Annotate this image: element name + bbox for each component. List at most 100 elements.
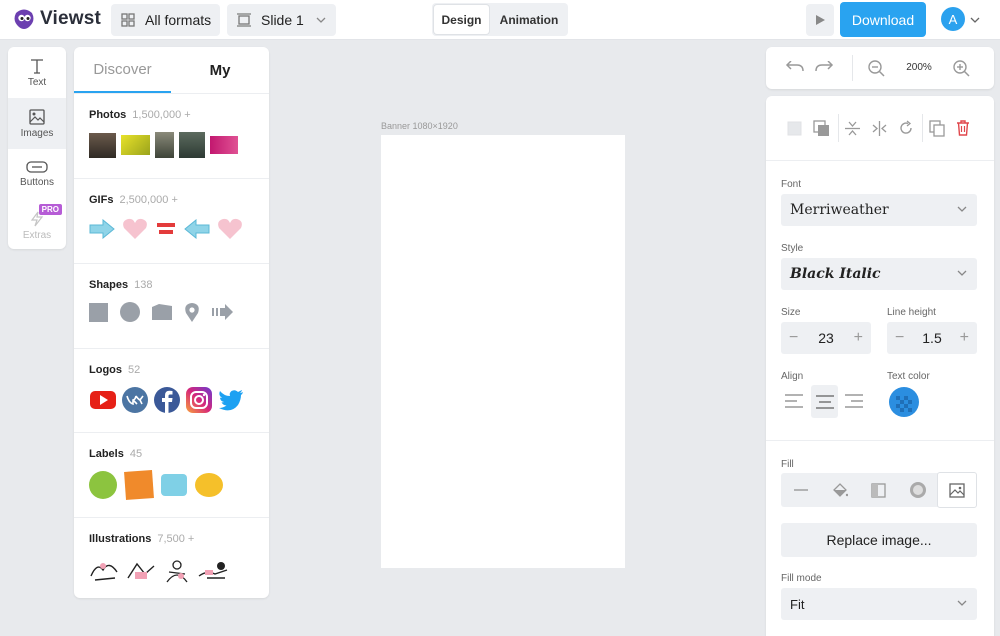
section-title: Shapes [89, 279, 129, 291]
zoom-out-icon[interactable] [868, 60, 885, 77]
section-count: 2,500,000 + [119, 194, 178, 206]
tab-my[interactable]: My [171, 47, 269, 93]
section-illustrations[interactable]: Illustrations 7,500 + [74, 517, 269, 598]
heart-gif[interactable] [122, 217, 148, 241]
rail-item-extras[interactable]: PRO Extras [8, 200, 66, 251]
section-gifs[interactable]: GIFs 2,500,000 + [74, 178, 269, 263]
fill-mode-select[interactable]: Fit [781, 588, 977, 620]
size-value[interactable]: 23 [818, 330, 834, 346]
flip-horizontal-icon[interactable] [872, 121, 887, 136]
replace-image-button[interactable]: Replace image... [781, 523, 977, 557]
pro-badge: PRO [38, 204, 62, 215]
all-formats-button[interactable]: All formats [111, 4, 220, 36]
illustration-thumb[interactable] [89, 556, 121, 584]
flip-vertical-icon[interactable] [845, 121, 860, 136]
rail-item-buttons[interactable]: Buttons [8, 149, 66, 200]
vk-logo-icon[interactable] [121, 386, 149, 414]
avatar[interactable]: A [941, 7, 965, 31]
instagram-logo-icon[interactable] [185, 386, 213, 414]
line-height-stepper[interactable]: − 1.5 + [887, 322, 977, 354]
shop-now-gif[interactable] [155, 218, 177, 240]
section-photos[interactable]: Photos 1,500,000 + [74, 93, 269, 178]
facebook-logo-icon[interactable] [153, 386, 181, 414]
illustration-thumb[interactable] [125, 556, 157, 584]
style-select[interactable]: Black Italic [781, 258, 977, 290]
send-back-icon[interactable] [813, 120, 830, 137]
fill-radial-button[interactable] [898, 473, 937, 507]
tab-animation[interactable]: Animation [492, 5, 566, 34]
section-labels[interactable]: Labels 45 [74, 432, 269, 517]
illustration-thumb[interactable] [197, 556, 229, 584]
circle-shape[interactable] [120, 302, 140, 322]
font-select[interactable]: Merriweather [781, 194, 977, 226]
photo-thumb[interactable] [179, 132, 205, 158]
fill-image-button[interactable] [937, 472, 977, 508]
fill-none-button[interactable] [781, 473, 820, 507]
plus-icon[interactable]: + [960, 329, 969, 347]
section-count: 45 [129, 448, 143, 460]
banner-canvas[interactable] [381, 135, 625, 568]
divider [922, 114, 923, 142]
section-title: Illustrations [89, 533, 152, 545]
rail-item-images[interactable]: Images [8, 98, 66, 149]
photo-thumb[interactable] [155, 132, 174, 158]
chevron-down-icon [957, 270, 967, 276]
pin-shape[interactable] [184, 302, 200, 322]
arrow-shape[interactable] [212, 304, 234, 320]
slide-label: Slide 1 [261, 12, 304, 28]
align-left-icon[interactable] [785, 394, 803, 408]
download-button[interactable]: Download [840, 2, 926, 37]
youtube-logo-icon[interactable] [89, 386, 117, 414]
photo-thumb[interactable] [121, 135, 150, 155]
label-sticker[interactable] [124, 470, 154, 500]
redo-icon[interactable] [814, 61, 834, 75]
label-sticker[interactable] [161, 474, 187, 496]
heart-gif[interactable] [217, 217, 243, 241]
photo-thumb[interactable] [89, 132, 116, 158]
illustration-thumb[interactable] [161, 556, 193, 584]
chevron-down-icon[interactable] [970, 16, 980, 24]
label-sticker[interactable] [195, 473, 223, 497]
zoom-in-icon[interactable] [953, 60, 970, 77]
slide-selector[interactable]: Slide 1 [227, 4, 336, 36]
mode-switcher: Design Animation [432, 3, 568, 36]
section-title: Logos [89, 364, 122, 376]
bring-front-icon[interactable] [787, 121, 802, 136]
duplicate-icon[interactable] [929, 120, 945, 137]
folder-shape[interactable] [152, 304, 172, 320]
tab-design[interactable]: Design [434, 5, 489, 34]
align-right-icon[interactable] [845, 394, 863, 408]
viewst-logo-icon [14, 9, 34, 29]
line-height-value[interactable]: 1.5 [922, 330, 941, 346]
font-label: Font [781, 179, 802, 190]
minus-icon[interactable]: − [895, 329, 904, 347]
rotate-icon[interactable] [898, 120, 914, 136]
fill-linear-button[interactable] [859, 473, 898, 507]
divider [852, 55, 853, 81]
twitter-logo-icon[interactable] [217, 386, 245, 414]
rail-item-text[interactable]: Text [8, 47, 66, 98]
history-zoom-bar: 200% [766, 47, 994, 89]
arrow-right-gif[interactable] [89, 219, 115, 239]
delete-icon[interactable] [956, 120, 970, 136]
square-shape[interactable] [89, 302, 108, 322]
play-button[interactable] [806, 4, 834, 36]
paint-bucket-icon [832, 483, 848, 497]
label-sticker[interactable] [89, 471, 117, 499]
text-icon [31, 58, 43, 74]
arrow-left-gif[interactable] [184, 219, 210, 239]
text-color-swatch[interactable] [888, 386, 920, 418]
align-center-button[interactable] [811, 385, 838, 418]
plus-icon[interactable]: + [854, 329, 863, 347]
size-stepper[interactable]: − 23 + [781, 322, 871, 354]
minus-icon[interactable]: − [789, 329, 798, 347]
section-title: Photos [89, 109, 127, 121]
fill-solid-button[interactable] [820, 473, 859, 507]
undo-icon[interactable] [785, 61, 805, 75]
section-logos[interactable]: Logos 52 [74, 348, 269, 432]
section-title: GIFs [89, 194, 114, 206]
zoom-level[interactable]: 200% [899, 62, 939, 73]
photo-thumb[interactable] [210, 136, 238, 154]
section-shapes[interactable]: Shapes 138 [74, 263, 269, 348]
tab-discover[interactable]: Discover [74, 47, 171, 93]
